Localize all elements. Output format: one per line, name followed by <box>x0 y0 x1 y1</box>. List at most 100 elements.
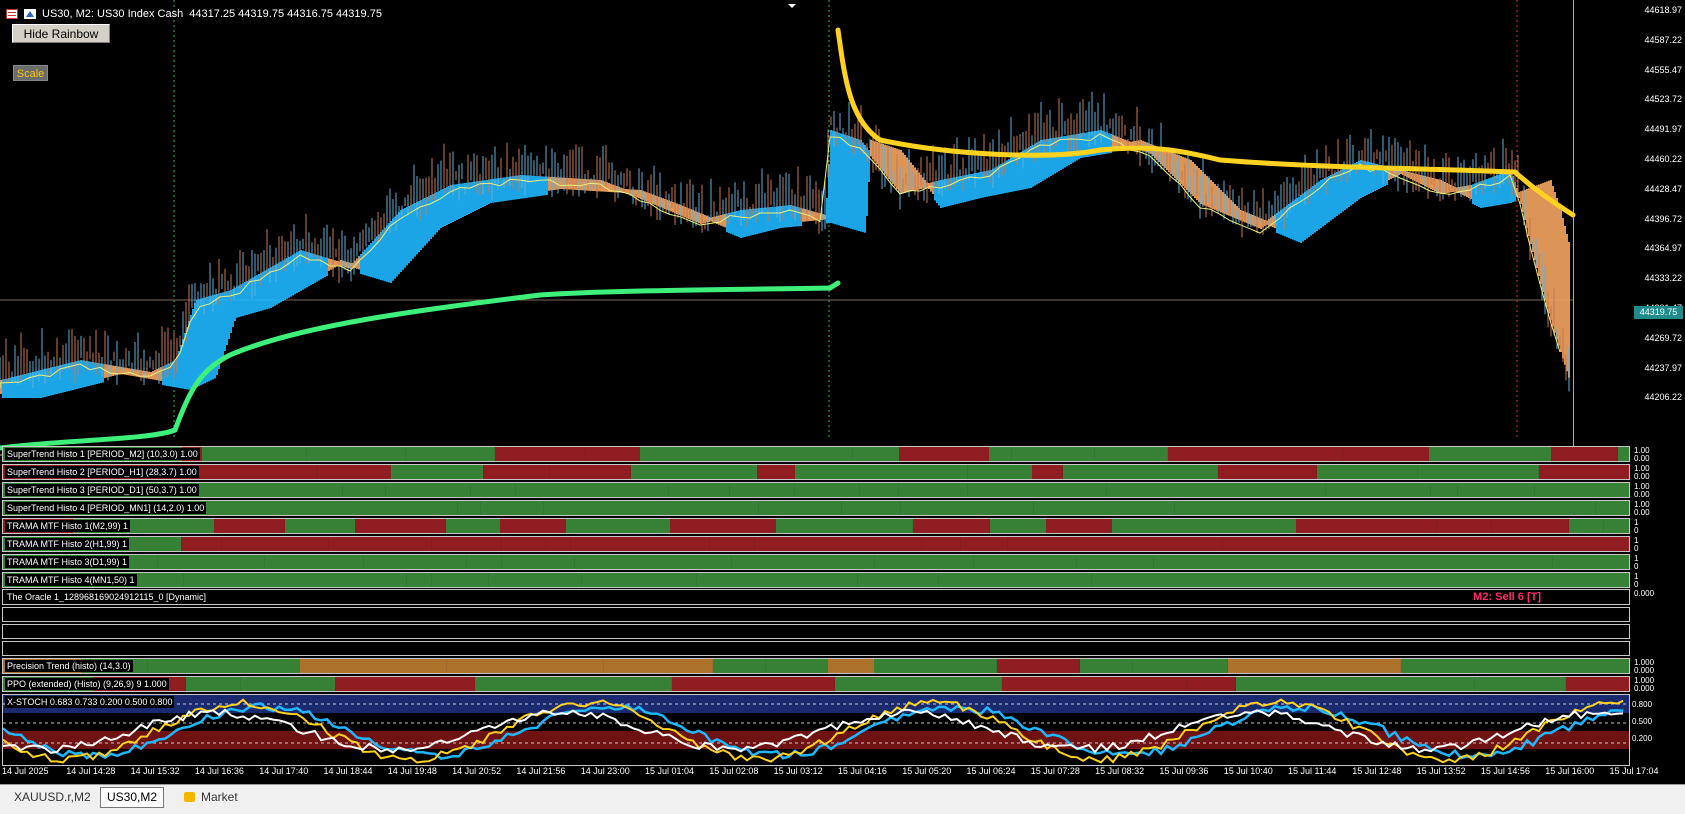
indicator-scale: 1.000.00 <box>1634 483 1650 499</box>
price-axis[interactable]: 44618.97 44587.22 44555.47 44523.72 44491.97… <box>1630 0 1685 455</box>
indicator-label: SuperTrend Histo 3 [PERIOD_D1] (50,3.7) … <box>5 484 199 496</box>
time-label: 15 Jul 17:04 <box>1610 766 1659 776</box>
lock-icon <box>184 792 195 802</box>
indicator-panel[interactable] <box>2 624 1630 639</box>
time-label: 14 Jul 23:00 <box>581 766 630 776</box>
indicator-scale: 1.000.00 <box>1634 501 1650 517</box>
price-label: 44555.47 <box>1644 65 1682 75</box>
price-label: 44491.97 <box>1644 124 1682 134</box>
indicator-scale: 1.000.00 <box>1634 465 1650 481</box>
time-label: 15 Jul 11:44 <box>1288 766 1336 776</box>
indicator-scale: 10 <box>1634 555 1638 571</box>
scale-button[interactable]: Scale <box>13 65 48 81</box>
time-label: 15 Jul 09:36 <box>1159 766 1208 776</box>
time-label: 15 Jul 06:24 <box>967 766 1016 776</box>
price-label: 44460.22 <box>1644 154 1682 164</box>
indicator-label: SuperTrend Histo 4 [PERIOD_MN1] (14,2.0)… <box>5 502 206 514</box>
tab-label: XAUUSD.r,M2 <box>14 790 91 804</box>
indicator-label: SuperTrend Histo 1 [PERIOD_M2] (10,3.0) … <box>5 448 200 460</box>
indicator-label: TRAMA MTF Histo 1(M2,99) 1 <box>5 520 130 532</box>
price-chart-canvas[interactable] <box>0 0 1685 460</box>
tab-xauusd[interactable]: XAUUSD.r,M2 <box>8 788 97 807</box>
main-price-chart[interactable] <box>0 0 1685 460</box>
price-label: 44428.47 <box>1644 184 1682 194</box>
symbol-title: US30, M2: US30 Index Cash <box>42 8 183 20</box>
current-price-tag: 44319.75 <box>1634 306 1683 319</box>
time-label: 15 Jul 04:16 <box>838 766 887 776</box>
stoch-level: 0.500 <box>1632 713 1652 730</box>
time-label: 15 Jul 05:20 <box>902 766 951 776</box>
tab-us30[interactable]: US30,M2 <box>100 787 164 808</box>
time-label: 15 Jul 16:00 <box>1545 766 1594 776</box>
indicator-scale: 10 <box>1634 573 1638 589</box>
price-label: 44523.72 <box>1644 94 1682 104</box>
xstoch-panel[interactable]: X-STOCH 0.683 0.733 0.200 0.500 0.800 <box>2 694 1630 766</box>
indicator-scale: 1.000.00 <box>1634 447 1650 463</box>
chart-header: US30, M2: US30 Index Cash 44317.25 44319… <box>6 7 382 21</box>
indicator-label: TRAMA MTF Histo 3(D1,99) 1 <box>5 556 129 568</box>
hide-rainbow-button[interactable]: Hide Rainbow <box>12 24 110 43</box>
indicator-scale: 10 <box>1634 537 1638 553</box>
ohlc-values: 44317.25 44319.75 44316.75 44319.75 <box>189 8 382 20</box>
stoch-level: 0.200 <box>1632 730 1652 747</box>
price-label: 44269.72 <box>1644 333 1682 343</box>
time-label: 14 Jul 18:44 <box>324 766 373 776</box>
indicator-panel[interactable]: TRAMA MTF Histo 3(D1,99) 1 <box>2 554 1630 570</box>
trade-icon <box>24 9 36 19</box>
indicator-scale: 0.000 <box>1634 590 1654 598</box>
time-label: 14 Jul 21:56 <box>516 766 565 776</box>
time-label: 15 Jul 08:32 <box>1095 766 1144 776</box>
price-label: 44587.22 <box>1644 35 1682 45</box>
indicator-panel[interactable]: SuperTrend Histo 4 [PERIOD_MN1] (14,2.0)… <box>2 500 1630 516</box>
tab-label: US30,M2 <box>107 790 157 804</box>
time-label: 14 Jul 20:52 <box>452 766 501 776</box>
indicator-scale: 1.0000.000 <box>1634 659 1654 675</box>
tab-label: Market <box>201 790 238 804</box>
price-label: 44618.97 <box>1644 5 1682 15</box>
time-axis[interactable]: 14 Jul 2025 14 Jul 14:28 14 Jul 15:32 14 Ju… <box>0 766 1640 780</box>
time-label: 15 Jul 10:40 <box>1224 766 1273 776</box>
indicator-label: Precision Trend (histo) (14,3.0) <box>5 660 133 672</box>
time-label: 14 Jul 17:40 <box>259 766 308 776</box>
indicator-panel[interactable]: TRAMA MTF Histo 4(MN1,50) 1 <box>2 572 1630 588</box>
indicator-label: SuperTrend Histo 2 [PERIOD_H1] (28,3.7) … <box>5 466 199 478</box>
time-label: 14 Jul 2025 <box>2 766 49 776</box>
price-label: 44364.97 <box>1644 243 1682 253</box>
price-label: 44396.72 <box>1644 214 1682 224</box>
indicator-panel[interactable]: TRAMA MTF Histo 2(H1,99) 1 <box>2 536 1630 552</box>
time-label: 15 Jul 12:48 <box>1352 766 1401 776</box>
indicator-label: TRAMA MTF Histo 2(H1,99) 1 <box>5 538 129 550</box>
indicator-scale: 10 <box>1634 519 1638 535</box>
indicator-panel[interactable] <box>2 607 1630 622</box>
xstoch-levels: 0.8000.5000.200 <box>1632 696 1652 747</box>
indicator-panel[interactable]: SuperTrend Histo 3 [PERIOD_D1] (50,3.7) … <box>2 482 1630 498</box>
indicator-label: The Oracle 1_128968169024912115_0 [Dynam… <box>5 591 208 603</box>
indicator-panel[interactable]: TRAMA MTF Histo 1(M2,99) 1 <box>2 518 1630 534</box>
time-label: 14 Jul 15:32 <box>131 766 180 776</box>
chart-window-icon <box>6 9 18 19</box>
indicator-panel[interactable] <box>2 641 1630 656</box>
indicator-panel[interactable]: SuperTrend Histo 1 [PERIOD_M2] (10,3.0) … <box>2 446 1630 462</box>
price-label: 44333.22 <box>1644 273 1682 283</box>
time-label: 14 Jul 19:48 <box>388 766 437 776</box>
time-label: 15 Jul 13:52 <box>1417 766 1466 776</box>
time-label: 15 Jul 03:12 <box>774 766 823 776</box>
time-label: 15 Jul 07:28 <box>1031 766 1080 776</box>
indicator-label: PPO (extended) (Histo) (9,26,9) 9 1.000 <box>5 678 169 690</box>
time-label: 15 Jul 14:56 <box>1481 766 1530 776</box>
chart-tab-bar: XAUUSD.r,M2 US30,M2 Market <box>0 784 1685 814</box>
oracle-panel[interactable]: The Oracle 1_128968169024912115_0 [Dynam… <box>2 589 1630 605</box>
price-label: 44237.97 <box>1644 363 1682 373</box>
time-label: 15 Jul 01:04 <box>645 766 694 776</box>
indicator-label: X-STOCH 0.683 0.733 0.200 0.500 0.800 <box>5 696 174 708</box>
price-label: 44206.22 <box>1644 392 1682 402</box>
indicator-panel[interactable]: Precision Trend (histo) (14,3.0) <box>2 658 1630 674</box>
time-label: 14 Jul 14:28 <box>66 766 115 776</box>
indicator-panel[interactable]: SuperTrend Histo 2 [PERIOD_H1] (28,3.7) … <box>2 464 1630 480</box>
time-label: 15 Jul 02:08 <box>709 766 758 776</box>
indicator-panel[interactable]: PPO (extended) (Histo) (9,26,9) 9 1.000 <box>2 676 1630 692</box>
time-label: 14 Jul 16:36 <box>195 766 244 776</box>
indicator-label: TRAMA MTF Histo 4(MN1,50) 1 <box>5 574 137 586</box>
tab-market[interactable]: Market <box>178 788 244 807</box>
oracle-signal: M2: Sell 6 [T] <box>1473 591 1541 603</box>
